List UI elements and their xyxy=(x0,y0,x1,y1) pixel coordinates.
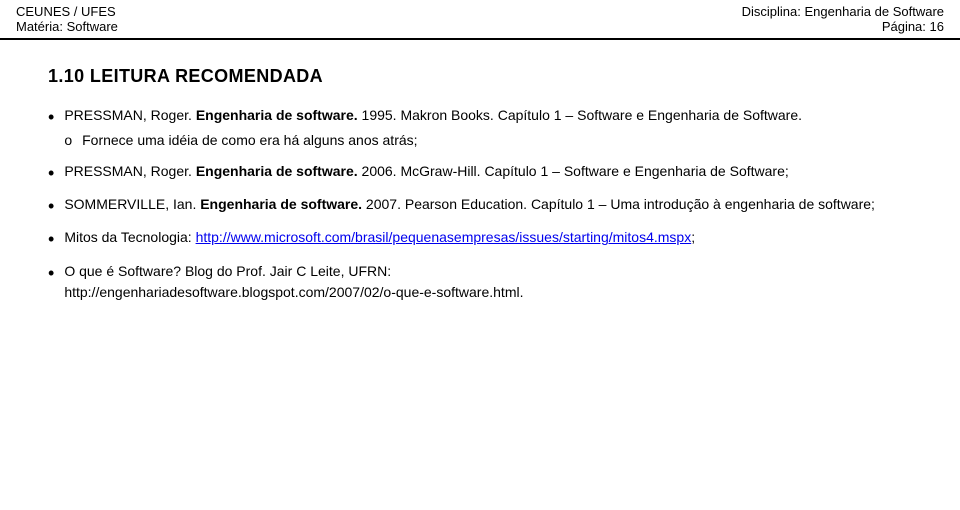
bullet-icon: • xyxy=(48,105,54,130)
section-number: 1.10 xyxy=(48,66,84,86)
subject-label: Matéria: xyxy=(16,19,63,34)
subject-line: Matéria: Software xyxy=(16,19,118,34)
page-line: Página: 16 xyxy=(742,19,944,34)
list-item: • SOMMERVILLE, Ian. Engenharia de softwa… xyxy=(48,194,912,219)
item1-bold: Engenharia de software. xyxy=(196,107,358,123)
list-item: • Mitos da Tecnologia: http://www.micros… xyxy=(48,227,912,252)
bullet-icon: • xyxy=(48,261,54,286)
item2-bold: Engenharia de software. xyxy=(196,163,358,179)
item4-text: Mitos da Tecnologia: http://www.microsof… xyxy=(64,229,695,245)
page-number: 16 xyxy=(930,19,944,34)
subject-value: Software xyxy=(67,19,118,34)
item3-text: SOMMERVILLE, Ian. Engenharia de software… xyxy=(64,196,875,212)
item3-bold: Engenharia de software. xyxy=(200,196,362,212)
section-title: 1.10 Leitura Recomendada xyxy=(48,66,912,87)
sub-list: o Fornece uma idéia de como era há algun… xyxy=(64,130,912,151)
discipline-line: Disciplina: Engenharia de Software xyxy=(742,4,944,19)
discipline-label: Disciplina: xyxy=(742,4,801,19)
discipline-value: Engenharia de Software xyxy=(805,4,944,19)
institution: CEUNES / UFES xyxy=(16,4,118,19)
header-right: Disciplina: Engenharia de Software Págin… xyxy=(742,4,944,34)
bullet-icon: • xyxy=(48,227,54,252)
list-item: • PRESSMAN, Roger. Engenharia de softwar… xyxy=(48,105,912,153)
sub-bullet-icon: o xyxy=(64,130,72,151)
bullet-icon: • xyxy=(48,161,54,186)
item-content: O que é Software? Blog do Prof. Jair C L… xyxy=(64,261,912,303)
reading-list: • PRESSMAN, Roger. Engenharia de softwar… xyxy=(48,105,912,303)
item5-url: http://engenhariadesoftware.blogspot.com… xyxy=(64,284,523,300)
item5-text: O que é Software? Blog do Prof. Jair C L… xyxy=(64,263,391,279)
microsoft-link[interactable]: http://www.microsoft.com/brasil/pequenas… xyxy=(196,229,692,245)
list-item: • PRESSMAN, Roger. Engenharia de softwar… xyxy=(48,161,912,186)
page-label: Página: xyxy=(882,19,926,34)
item-content: PRESSMAN, Roger. Engenharia de software.… xyxy=(64,105,912,153)
content: 1.10 Leitura Recomendada • PRESSMAN, Rog… xyxy=(0,40,960,327)
item-content: Mitos da Tecnologia: http://www.microsof… xyxy=(64,227,912,248)
list-item: • O que é Software? Blog do Prof. Jair C… xyxy=(48,261,912,303)
sub-item-text: Fornece uma idéia de como era há alguns … xyxy=(82,130,417,151)
item-content: PRESSMAN, Roger. Engenharia de software.… xyxy=(64,161,912,182)
header-left: CEUNES / UFES Matéria: Software xyxy=(16,4,118,34)
item2-text: PRESSMAN, Roger. Engenharia de software.… xyxy=(64,163,788,179)
header: CEUNES / UFES Matéria: Software Discipli… xyxy=(0,0,960,40)
bullet-icon: • xyxy=(48,194,54,219)
sub-list-item: o Fornece uma idéia de como era há algun… xyxy=(64,130,912,151)
item-content: SOMMERVILLE, Ian. Engenharia de software… xyxy=(64,194,912,215)
item1-text: PRESSMAN, Roger. Engenharia de software.… xyxy=(64,107,802,123)
section-title-text: Leitura Recomendada xyxy=(90,66,323,86)
